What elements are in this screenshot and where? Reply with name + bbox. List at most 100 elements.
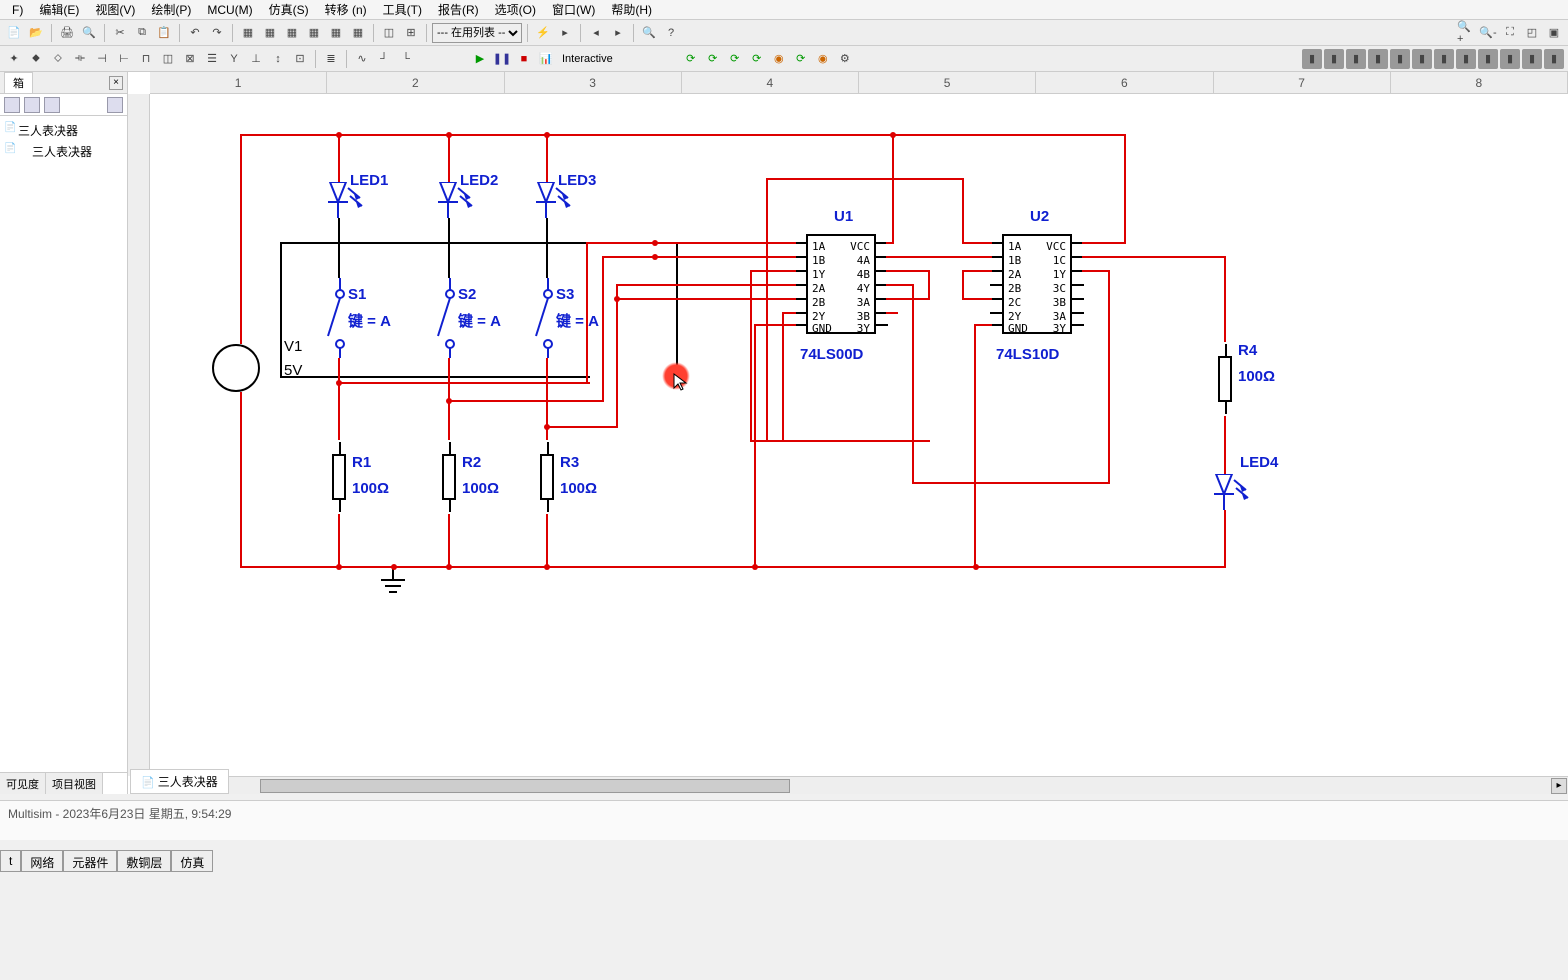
wire-black[interactable] — [448, 218, 450, 244]
wire[interactable] — [912, 482, 1110, 484]
junction-icon[interactable]: ┘ — [374, 49, 394, 69]
inst-k-icon[interactable]: ▮ — [1522, 49, 1542, 69]
wire-black[interactable] — [676, 242, 678, 380]
btab-sim[interactable]: 仿真 — [171, 850, 213, 872]
wire-black[interactable] — [546, 242, 548, 278]
menu-transfer[interactable]: 转移 (n) — [317, 1, 375, 18]
comp1-icon[interactable]: ✦ — [4, 49, 24, 69]
wire[interactable] — [886, 284, 914, 286]
inst-a-icon[interactable]: ▮ — [1302, 49, 1322, 69]
wire[interactable] — [962, 242, 992, 244]
led3-symbol[interactable] — [528, 182, 584, 232]
comp8-icon[interactable]: ◫ — [158, 49, 178, 69]
led2-symbol[interactable] — [430, 182, 486, 232]
wire[interactable] — [1082, 256, 1226, 258]
wire[interactable] — [962, 298, 992, 300]
grid4-icon[interactable]: ▦ — [304, 23, 324, 43]
full-icon[interactable]: ▣ — [1544, 23, 1564, 43]
zoom-in-icon[interactable]: 🔍+ — [1456, 23, 1476, 43]
btab-copper[interactable]: 敷铜层 — [117, 850, 171, 872]
chip-u2[interactable]: 1A 1B 2A 2B 2C 2Y GND VCC 1C 1Y 3C 3B 3A… — [1002, 234, 1072, 334]
wire[interactable] — [1082, 270, 1110, 272]
menu-mcu[interactable]: MCU(M) — [199, 3, 260, 17]
wire[interactable] — [546, 514, 548, 568]
wire[interactable] — [766, 178, 768, 442]
wire[interactable] — [750, 270, 796, 272]
wire[interactable] — [546, 426, 616, 428]
chip-u1[interactable]: 1A 1B 1Y 2A 2B 2Y GND VCC 4A 4B 4Y 3A 3B… — [806, 234, 876, 334]
stop-icon[interactable]: ■ — [514, 49, 534, 69]
cut-icon[interactable]: ✂ — [110, 23, 130, 43]
inst-g-icon[interactable]: ▮ — [1434, 49, 1454, 69]
run-icon[interactable]: ▶ — [470, 49, 490, 69]
schematic-canvas[interactable]: LED1 LED2 LED3 S1 键 = A S2 键 = A S3 键 = … — [150, 94, 1568, 776]
tab-project-view[interactable]: 项目视图 — [46, 773, 103, 794]
wire[interactable] — [962, 270, 964, 300]
wire[interactable] — [1224, 416, 1226, 474]
wire[interactable] — [962, 178, 964, 242]
wire[interactable] — [974, 324, 976, 568]
wire[interactable] — [912, 284, 914, 484]
wire[interactable] — [448, 358, 450, 402]
instr8-icon[interactable]: ⚙ — [835, 49, 855, 69]
bus-icon[interactable]: ≣ — [321, 49, 341, 69]
wire-black[interactable] — [338, 242, 340, 278]
wire[interactable] — [616, 298, 796, 300]
pause-icon[interactable]: ❚❚ — [492, 49, 512, 69]
new-icon[interactable]: 📄 — [4, 23, 24, 43]
wire[interactable] — [962, 270, 992, 272]
wire[interactable] — [974, 324, 992, 326]
menu-view[interactable]: 视图(V) — [87, 1, 143, 18]
inst-d-icon[interactable]: ▮ — [1368, 49, 1388, 69]
wire[interactable] — [1108, 270, 1110, 484]
comp9-icon[interactable]: ⊠ — [180, 49, 200, 69]
grid-icon[interactable]: ▦ — [238, 23, 258, 43]
menu-options[interactable]: 选项(O) — [487, 1, 544, 18]
zoom-out-icon[interactable]: 🔍- — [1478, 23, 1498, 43]
comp11-icon[interactable]: Y — [224, 49, 244, 69]
comp4-icon[interactable]: ⟛ — [70, 49, 90, 69]
wire[interactable] — [782, 312, 784, 442]
resistor-r4[interactable] — [1218, 356, 1232, 402]
btab-components[interactable]: 元器件 — [63, 850, 117, 872]
comp13-icon[interactable]: ↕ — [268, 49, 288, 69]
probe-icon[interactable]: ⚡ — [533, 23, 553, 43]
menu-sim[interactable]: 仿真(S) — [261, 1, 317, 18]
grid2-icon[interactable]: ▦ — [260, 23, 280, 43]
wire[interactable] — [240, 134, 1126, 136]
wire[interactable] — [892, 134, 894, 244]
wire[interactable] — [750, 440, 930, 442]
wire[interactable] — [928, 270, 930, 300]
grid3-icon[interactable]: ▦ — [282, 23, 302, 43]
comp3-icon[interactable]: ⬦ — [48, 49, 68, 69]
comp2-icon[interactable]: ⬥ — [26, 49, 46, 69]
wire[interactable] — [448, 400, 604, 402]
wire[interactable] — [586, 242, 796, 244]
comp6-icon[interactable]: ⊢ — [114, 49, 134, 69]
comp14-icon[interactable]: ⊡ — [290, 49, 310, 69]
wire[interactable] — [448, 514, 450, 568]
comp12-icon[interactable]: ⊥ — [246, 49, 266, 69]
menu-tools[interactable]: 工具(T) — [375, 1, 430, 18]
scroll-right-icon[interactable]: ▸ — [1551, 778, 1567, 794]
wire[interactable] — [1124, 134, 1126, 244]
wire-black[interactable] — [448, 242, 450, 278]
wire[interactable] — [616, 284, 618, 428]
grid5-icon[interactable]: ▦ — [326, 23, 346, 43]
wire[interactable] — [338, 134, 340, 182]
instr7-icon[interactable]: ◉ — [813, 49, 833, 69]
zoom-icon[interactable]: 🔍 — [639, 23, 659, 43]
voltage-source[interactable] — [212, 344, 260, 392]
wire[interactable] — [338, 382, 588, 384]
resistor-r1[interactable] — [332, 454, 346, 500]
btab-nets[interactable]: 网络 — [21, 850, 63, 872]
wire[interactable] — [338, 514, 340, 568]
tree-child[interactable]: 三人表决器 — [4, 141, 123, 162]
comp7-icon[interactable]: ⊓ — [136, 49, 156, 69]
tool7-icon[interactable]: ◫ — [379, 23, 399, 43]
horizontal-scrollbar[interactable]: ◂ ▸ — [150, 776, 1568, 794]
ground-symbol[interactable] — [378, 566, 408, 596]
wire-black[interactable] — [338, 218, 340, 244]
menu-report[interactable]: 报告(R) — [430, 1, 487, 18]
menu-help[interactable]: 帮助(H) — [603, 1, 660, 18]
